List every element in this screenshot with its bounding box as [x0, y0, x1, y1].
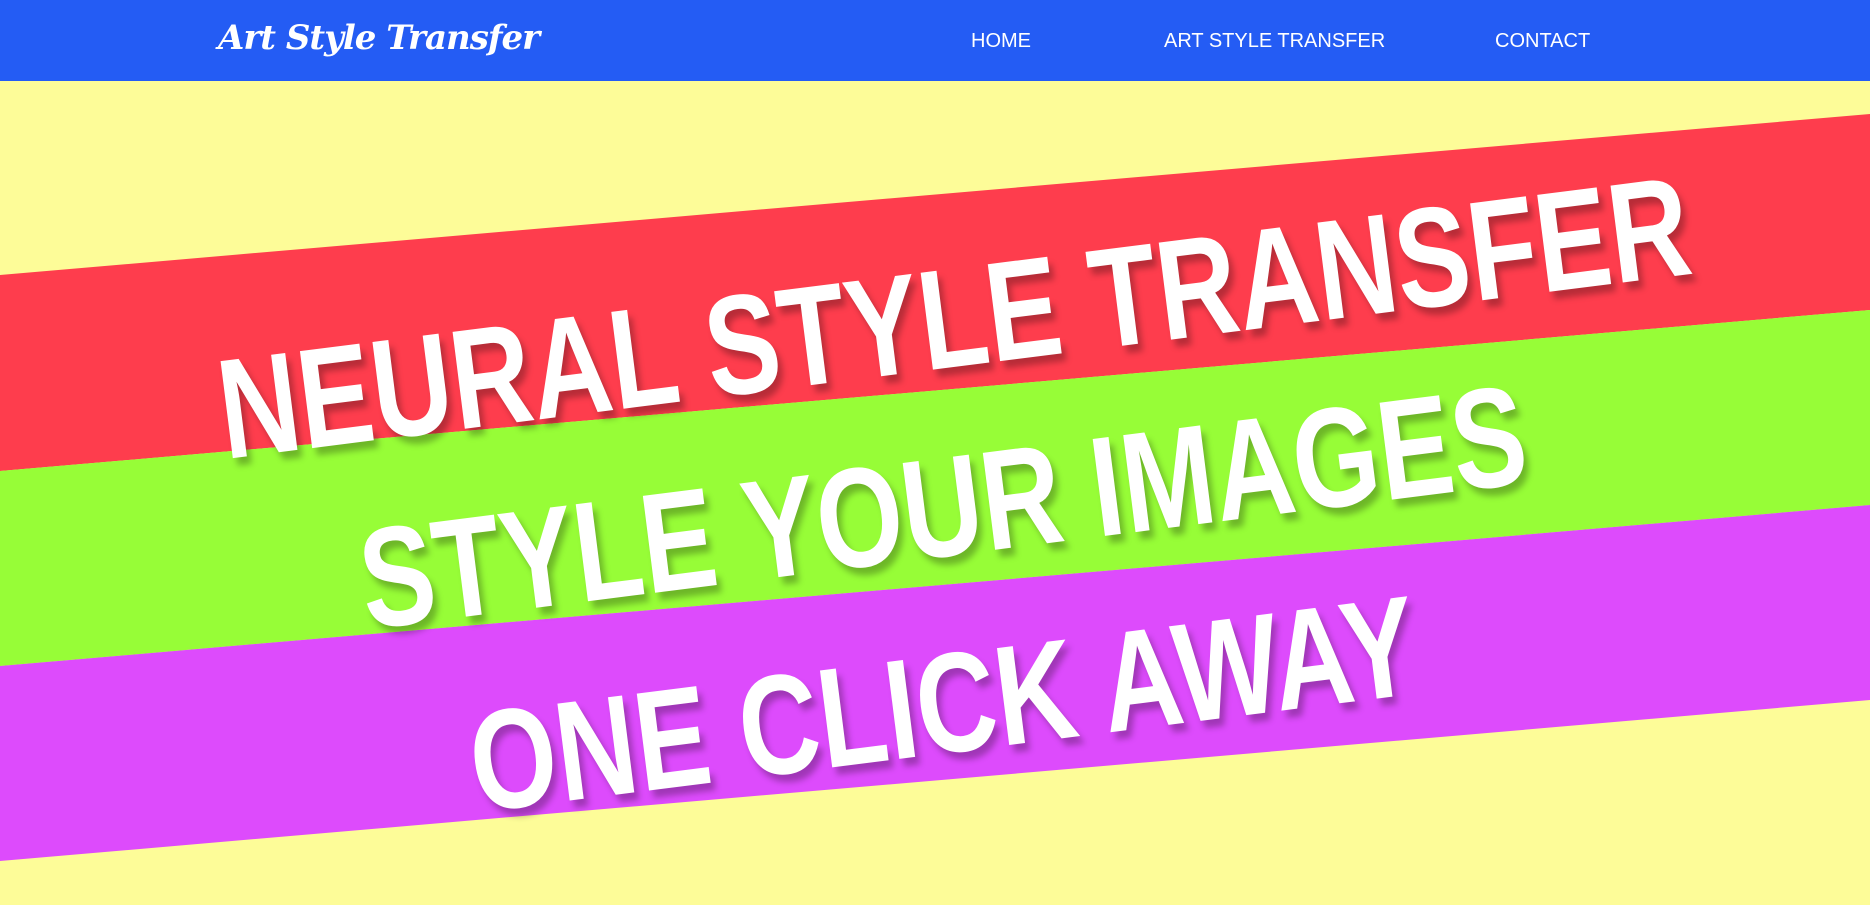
brand-logo-link[interactable]: Art Style Transfer [218, 18, 540, 58]
nav-link-home[interactable]: HOME [971, 28, 1031, 54]
top-navbar: Art Style Transfer HOME ART STYLE TRANSF… [0, 0, 1870, 81]
nav-link-art-style-transfer[interactable]: ART STYLE TRANSFER [1164, 28, 1385, 54]
hero-banner: NEURAL STYLE TRANSFER STYLE YOUR IMAGES … [0, 0, 1870, 905]
nav-link-contact[interactable]: CONTACT [1495, 28, 1590, 54]
